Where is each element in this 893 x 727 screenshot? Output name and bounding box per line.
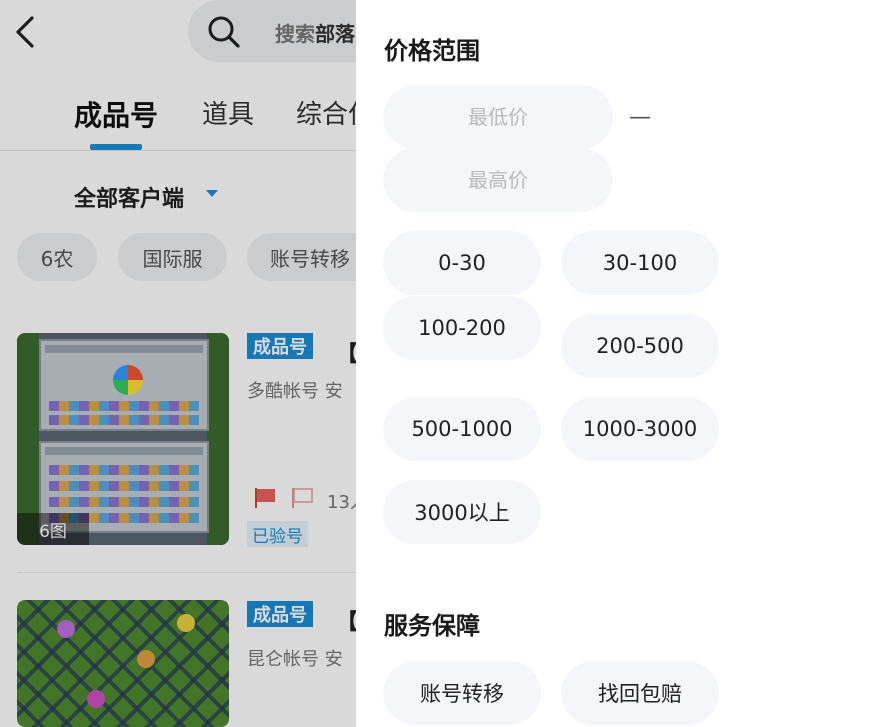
price-separator: — — [629, 105, 651, 130]
service-option-recovery-compensation[interactable]: 找回包赔 — [561, 661, 719, 725]
price-option-3000-plus[interactable]: 3000以上 — [383, 480, 541, 544]
price-option-500-1000[interactable]: 500-1000 — [383, 397, 541, 461]
price-option-0-30[interactable]: 0-30 — [383, 231, 541, 295]
min-price-input[interactable] — [383, 85, 613, 149]
max-price-input[interactable] — [383, 148, 613, 212]
price-option-1000-3000[interactable]: 1000-3000 — [561, 397, 719, 461]
service-guarantee-title: 服务保障 — [384, 612, 480, 640]
price-range-title: 价格范围 — [384, 37, 480, 65]
price-option-200-500[interactable]: 200-500 — [561, 314, 719, 378]
filter-panel: 价格范围 — 0-30 30-100 100-200 200-500 500-1… — [356, 0, 893, 727]
price-option-100-200[interactable]: 100-200 — [383, 296, 541, 360]
price-option-30-100[interactable]: 30-100 — [561, 231, 719, 295]
service-option-account-transfer[interactable]: 账号转移 — [383, 661, 541, 725]
dim-overlay[interactable] — [0, 0, 356, 727]
